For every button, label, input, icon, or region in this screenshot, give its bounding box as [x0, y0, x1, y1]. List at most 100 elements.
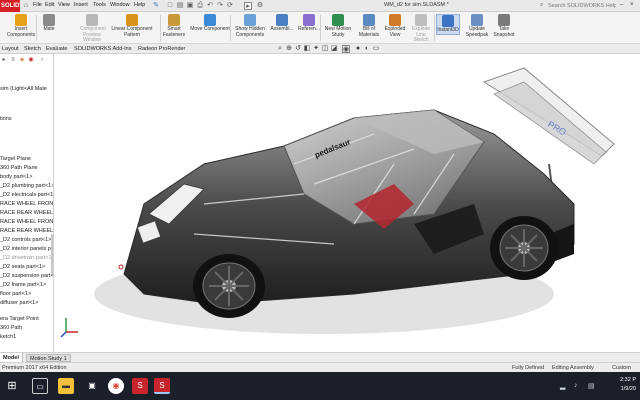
tree-item[interactable]: sim (Light<All Mate [0, 86, 47, 92]
car-model-render[interactable]: PRO pedalsaur [54, 54, 640, 352]
tree-item[interactable]: body part<1> [0, 174, 32, 180]
tab-evaluate[interactable]: Evaluate [44, 45, 69, 53]
menu-edit[interactable]: Edit [45, 2, 54, 8]
expand-arrow-icon[interactable]: › [38, 56, 46, 64]
pin-icon[interactable]: ✎ [152, 2, 160, 10]
file-explorer-icon[interactable]: ▬ [58, 378, 74, 394]
tree-item[interactable]: Target Plane [0, 156, 31, 162]
tree-item[interactable]: tions [0, 116, 12, 122]
tree-item[interactable]: RACE REAR WHEEL T [0, 210, 53, 216]
ribbon-separator [160, 15, 161, 41]
ribbon-button-speedpak[interactable]: Update Speedpak [464, 14, 490, 38]
new-document-icon[interactable]: □ [166, 2, 174, 10]
undo-icon[interactable]: ↶ [206, 2, 214, 10]
tree-item[interactable]: 360 Path [0, 325, 22, 331]
search-box[interactable]: ⌕ [540, 2, 616, 10]
menu-view[interactable]: View [58, 2, 70, 8]
dynamic-annotation-icon[interactable]: ✦ [312, 45, 320, 53]
view-settings-icon[interactable]: ▭ [372, 45, 380, 53]
ribbon-button-label: Mate [43, 26, 55, 32]
tab-layout[interactable]: Layout [0, 45, 21, 53]
graphics-viewport[interactable]: PRO pedalsaur [54, 54, 640, 352]
edit-appearance-icon[interactable]: ● [354, 45, 362, 53]
tree-item[interactable]: _D2 interior panels pa [0, 246, 53, 252]
tree-item[interactable]: RACE WHEEL FRONT [0, 201, 53, 207]
menu-help[interactable]: Help [134, 2, 145, 8]
save-icon[interactable]: ▣ [186, 2, 194, 10]
section-view-icon[interactable]: ◧ [303, 45, 311, 53]
tree-item[interactable]: floor part<1> [0, 291, 31, 297]
tree-item[interactable]: _D2 frame part<1> [0, 282, 46, 288]
ribbon-button-instant3d[interactable]: Instant3D [436, 14, 460, 35]
tree-item[interactable]: diffuser part<1> [0, 300, 38, 306]
search-input[interactable] [548, 2, 616, 10]
tab-sketch[interactable]: Sketch [22, 45, 43, 53]
solidworks-logo[interactable]: SOLIDWORKS [0, 0, 20, 12]
notifications-icon[interactable]: ▤ [588, 382, 595, 390]
zoom-area-icon[interactable]: ⊕ [285, 45, 293, 53]
solidworks-taskbar-icon[interactable]: S [132, 378, 148, 394]
feature-manager-icon[interactable]: ▸ [0, 56, 8, 64]
tab-addins[interactable]: SOLIDWORKS Add-Ins [72, 45, 133, 53]
tree-item[interactable]: era Target Point [0, 316, 39, 322]
ribbon-button-bom[interactable]: Bill of Materials [356, 14, 382, 38]
ribbon-button-exploded-view[interactable]: Exploded View [384, 14, 406, 38]
instant3d-icon [442, 15, 454, 27]
chrome-icon[interactable]: ◉ [108, 378, 124, 394]
display-style-icon[interactable]: ◪ [330, 45, 338, 53]
clock[interactable]: 2:32 P 1/9/20 [608, 376, 636, 394]
select-icon[interactable]: ▸ [244, 2, 252, 10]
tree-item[interactable]: _D2 suspension part<1> [0, 273, 53, 279]
network-icon[interactable]: ▂ [560, 382, 565, 390]
ribbon-button-insert-components[interactable]: Insert Components [2, 14, 40, 38]
tab-motion-study[interactable]: Motion Study 1 [26, 354, 71, 362]
property-manager-icon[interactable]: ≡ [9, 56, 17, 64]
zoom-fit-icon[interactable]: ⌕ [276, 45, 284, 53]
ribbon-button-mate[interactable]: Mate [42, 14, 56, 33]
task-view-icon[interactable]: ▭ [32, 378, 48, 394]
redo-icon[interactable]: ↷ [216, 2, 224, 10]
store-icon[interactable]: ▣ [84, 378, 100, 394]
print-icon[interactable]: ⎙ [196, 2, 204, 10]
ribbon-button-preview-window[interactable]: Component Preview Window [80, 14, 106, 44]
minimize-icon[interactable]: – [620, 2, 623, 8]
tree-item[interactable]: ketch1 [0, 334, 16, 340]
display-manager-icon[interactable]: ◉ [27, 56, 35, 64]
ribbon-button-snapshot[interactable]: Take Snapshot [492, 14, 516, 38]
ribbon-button-smart-fasteners[interactable]: Smart Fasteners [162, 14, 186, 38]
tree-item[interactable]: _D2 seats part<1> [0, 264, 45, 270]
tree-item[interactable]: RACE REAR WHEEL T [0, 228, 53, 234]
solidworks-active-icon[interactable]: S [154, 378, 170, 394]
ribbon-button-explode-line[interactable]: Explode Line Sketch [408, 14, 434, 44]
options-icon[interactable]: ⚙ [256, 2, 264, 10]
tree-item[interactable]: _D2 drivetrain part<1> [0, 255, 53, 261]
home-icon[interactable]: ⌂ [22, 2, 30, 10]
ribbon-button-assembly-features[interactable]: Assembl... [270, 14, 294, 33]
ribbon-button-move-component[interactable]: Move Component [190, 14, 230, 33]
previous-view-icon[interactable]: ↺ [294, 45, 302, 53]
menu-window[interactable]: Window [110, 2, 130, 8]
menu-file[interactable]: File [33, 2, 42, 8]
tree-item[interactable]: _D2 plumbing part<1> [0, 183, 53, 189]
tree-item[interactable]: RACE WHEEL FRONT [0, 219, 53, 225]
volume-icon[interactable]: ♪ [574, 382, 578, 389]
open-icon[interactable]: ▤ [176, 2, 184, 10]
ribbon-button-show-hidden[interactable]: Show Hidden Components [232, 14, 268, 38]
tab-radeon-prorender[interactable]: Radeon ProRender [136, 45, 187, 53]
ribbon-button-motion-study[interactable]: New Motion Study [322, 14, 354, 38]
tree-item[interactable]: _D2 electricals part<1> [0, 192, 53, 198]
apply-scene-icon[interactable]: ◐ [363, 45, 371, 53]
rebuild-icon[interactable]: ⟳ [226, 2, 234, 10]
view-orientation-icon[interactable]: ◫ [321, 45, 329, 53]
start-icon[interactable]: ⊞ [4, 378, 20, 394]
menu-tools[interactable]: Tools [93, 2, 106, 8]
hide-show-icon[interactable]: ◉ [342, 45, 350, 53]
close-icon[interactable]: × [630, 2, 634, 8]
ribbon-button-linear-pattern[interactable]: Linear Component Pattern [104, 14, 160, 38]
ribbon-button-reference-geometry[interactable]: Referen... [296, 14, 322, 33]
tree-item[interactable]: 360 Path Plane [0, 165, 38, 171]
tree-item[interactable]: _D2 controls part<1> [0, 237, 51, 243]
configuration-manager-icon[interactable]: ◈ [18, 56, 26, 64]
menu-insert[interactable]: Insert [74, 2, 88, 8]
units-selector[interactable]: Custom [612, 365, 631, 371]
